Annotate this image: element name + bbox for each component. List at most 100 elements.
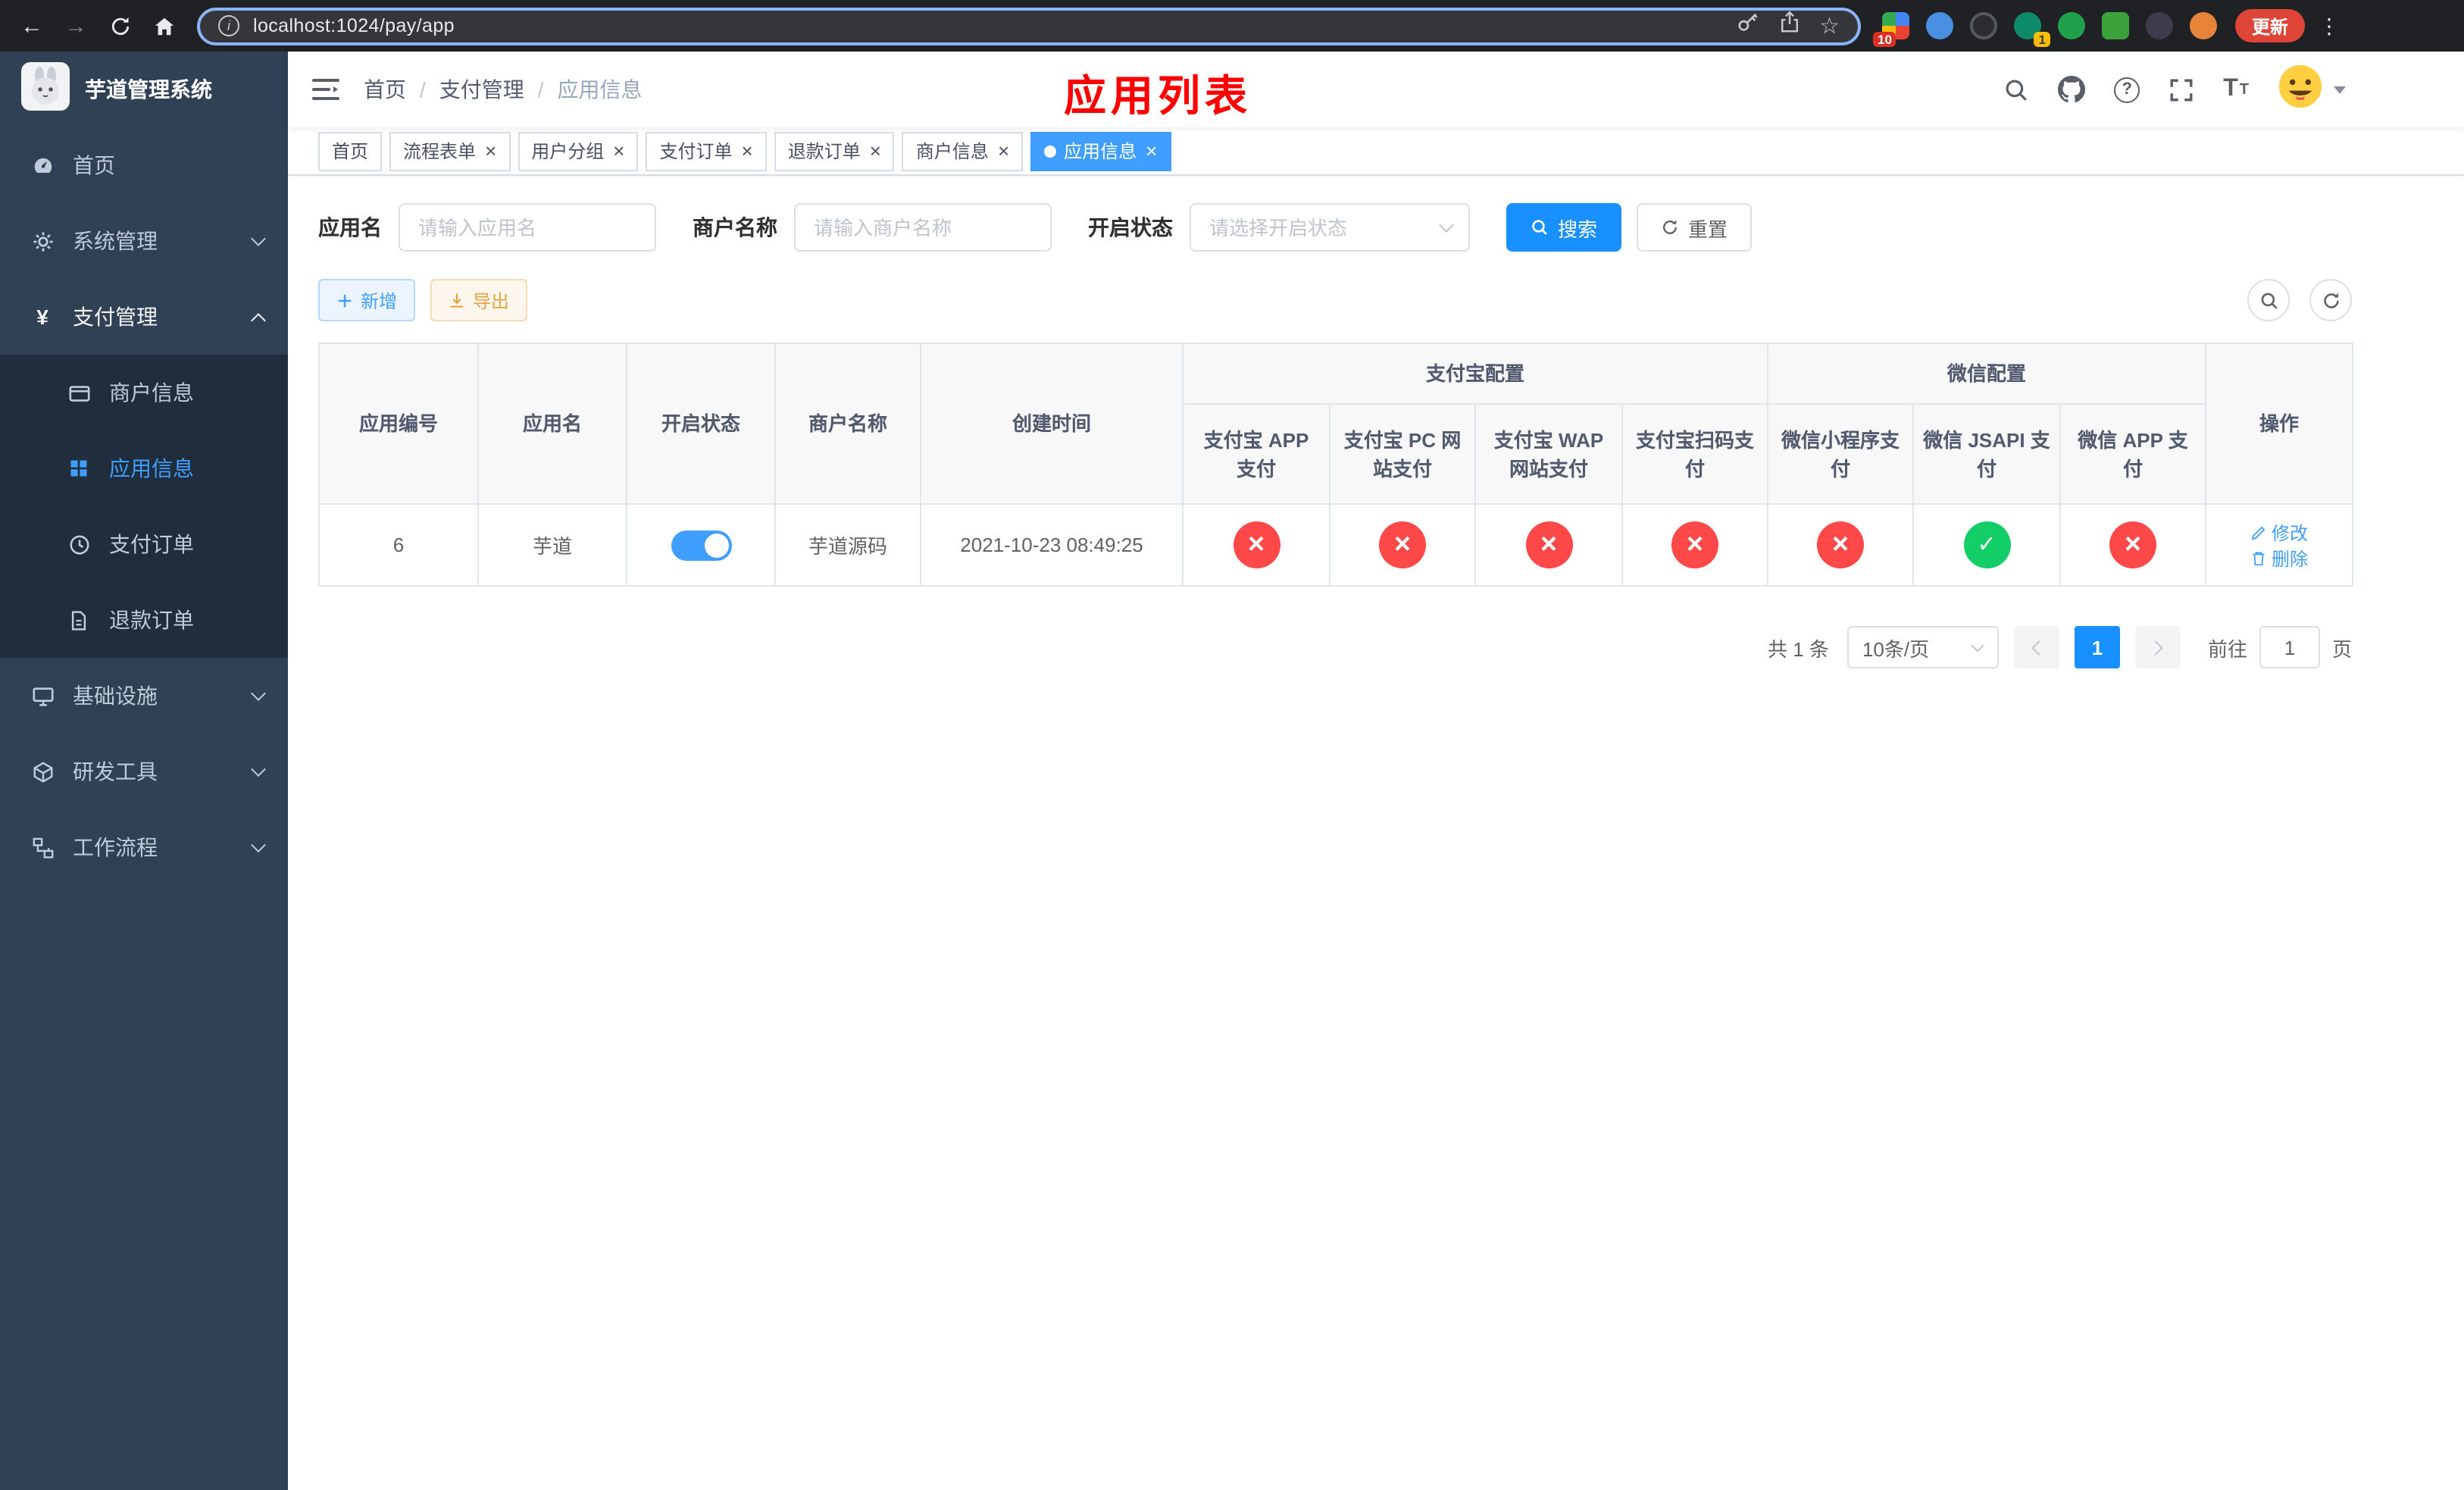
browser-menu-icon[interactable]	[2319, 13, 2340, 39]
chrome-update-button[interactable]: 更新	[2235, 9, 2306, 42]
breadcrumb-payment[interactable]: 支付管理	[439, 74, 524, 105]
extensions-icon[interactable]: 10	[1873, 12, 1909, 47]
tab-merchant-info[interactable]: 商户信息	[902, 131, 1024, 171]
extension-badge: 1	[2034, 31, 2050, 47]
goto-page-input[interactable]	[2259, 626, 2320, 668]
page-size-select[interactable]: 10条/页	[1846, 626, 1999, 668]
tab-label: 首页	[332, 141, 369, 162]
github-icon[interactable]	[2058, 76, 2086, 103]
back-icon[interactable]: ←	[12, 6, 52, 45]
close-icon[interactable]	[1146, 141, 1157, 161]
extension-icon[interactable]	[2190, 12, 2217, 39]
update-label: 更新	[2252, 16, 2289, 37]
sidebar-item-label: 退款订单	[109, 608, 194, 632]
app-logo[interactable]: 芋道管理系统	[0, 52, 288, 127]
extension-icon[interactable]	[2146, 12, 2173, 39]
refresh-button[interactable]	[2309, 279, 2352, 321]
tab-user-group[interactable]: 用户分组	[518, 131, 639, 171]
tab-label: 退款订单	[787, 141, 861, 162]
tab-flow-form[interactable]: 流程表单	[389, 131, 511, 171]
extensions-badge: 10	[1873, 31, 1896, 47]
site-info-icon[interactable]	[218, 15, 239, 36]
export-button[interactable]: 导出	[430, 279, 528, 321]
close-icon[interactable]	[613, 141, 624, 161]
flow-icon	[30, 836, 55, 859]
close-icon[interactable]	[485, 141, 496, 161]
sidebar-item-home[interactable]: 首页	[0, 127, 288, 203]
close-icon[interactable]	[742, 141, 753, 161]
cell-alipay-wap	[1474, 503, 1623, 587]
sidebar-item-payment[interactable]: ¥ 支付管理	[0, 279, 288, 355]
pagination: 共 1 条 10条/页 1 前往 页	[318, 626, 2352, 668]
search-button[interactable]: 搜索	[1506, 203, 1622, 252]
edit-button[interactable]: 修改	[2250, 519, 2308, 545]
font-size-icon[interactable]	[2223, 76, 2249, 103]
sidebar-item-label: 支付管理	[73, 305, 158, 329]
col-header-status: 开启状态	[626, 343, 776, 505]
sidebar-item-pay-orders[interactable]: 支付订单	[0, 506, 288, 582]
sidebar-item-app-info[interactable]: 应用信息	[0, 430, 288, 506]
reset-button[interactable]: 重置	[1637, 203, 1753, 252]
active-dot	[1044, 145, 1057, 157]
status-select-input[interactable]	[1190, 203, 1470, 252]
address-bar[interactable]: localhost:1024/pay/app	[197, 7, 1861, 45]
fullscreen-icon[interactable]	[2169, 77, 2194, 102]
bookmark-star-icon[interactable]	[1819, 11, 1840, 40]
col-group-wechat: 微信配置	[1767, 343, 2207, 405]
extension-icon[interactable]	[2102, 12, 2129, 39]
tab-app-info[interactable]: 应用信息	[1030, 131, 1171, 171]
sidebar-item-refund-orders[interactable]: 退款订单	[0, 582, 288, 658]
cell-operation: 修改 删除	[2205, 503, 2354, 587]
extension-icon[interactable]: 1	[2014, 12, 2050, 47]
config-status-icon	[1671, 521, 1718, 568]
col-header-operation: 操作	[2205, 343, 2354, 505]
close-icon[interactable]	[870, 141, 881, 161]
next-page-button[interactable]	[2134, 626, 2181, 668]
config-status-icon	[1233, 521, 1280, 568]
chevron-down-icon	[251, 762, 266, 777]
home-icon[interactable]	[144, 6, 183, 45]
merchant-name-label: 商户名称	[693, 215, 777, 239]
share-icon[interactable]	[1778, 11, 1800, 41]
password-key-icon[interactable]	[1736, 11, 1759, 41]
breadcrumb-separator	[420, 77, 426, 102]
close-icon[interactable]	[998, 141, 1009, 161]
url-text[interactable]: localhost:1024/pay/app	[253, 15, 455, 36]
clock-icon	[67, 533, 91, 556]
help-icon[interactable]	[2114, 77, 2140, 102]
app-name-input[interactable]	[399, 203, 656, 252]
extension-icon[interactable]	[2058, 12, 2085, 39]
search-icon[interactable]	[2003, 77, 2029, 102]
extension-icon[interactable]	[1926, 12, 1953, 39]
col-header-alipay-scan: 支付宝扫码支付	[1621, 403, 1769, 505]
toggle-search-button[interactable]	[2247, 279, 2290, 321]
top-navbar: 首页 支付管理 应用信息 应用列表	[288, 52, 2464, 127]
tab-refund-orders[interactable]: 退款订单	[774, 131, 895, 171]
reload-icon[interactable]	[100, 6, 139, 45]
breadcrumb-home[interactable]: 首页	[364, 74, 406, 105]
sidebar-item-dev-tools[interactable]: 研发工具	[0, 734, 288, 809]
extension-icon[interactable]	[1970, 12, 1997, 39]
page-number-button[interactable]: 1	[2074, 626, 2120, 668]
sidebar-item-infra[interactable]: 基础设施	[0, 658, 288, 734]
delete-button[interactable]: 删除	[2250, 545, 2308, 571]
forward-icon[interactable]: →	[56, 6, 95, 45]
tags-view: 首页 流程表单 用户分组 支付订单	[288, 127, 2464, 176]
sidebar-item-system[interactable]: 系统管理	[0, 203, 288, 279]
page-content: 应用名 商户名称 开启状态	[288, 176, 2464, 1490]
prev-page-button[interactable]	[2013, 626, 2059, 668]
user-menu[interactable]	[2278, 63, 2346, 116]
add-button[interactable]: 新增	[318, 279, 416, 321]
chevron-down-icon	[251, 837, 266, 853]
merchant-name-input[interactable]	[794, 203, 1052, 252]
sidebar-item-merchant-info[interactable]: 商户信息	[0, 355, 288, 430]
browser-toolbar: ← → localhost:1024/pay/app 10	[0, 0, 2464, 52]
search-button-label: 搜索	[1558, 218, 1598, 240]
status-select[interactable]	[1190, 203, 1470, 252]
tab-pay-orders[interactable]: 支付订单	[646, 131, 767, 171]
dashboard-icon	[30, 154, 55, 177]
status-toggle[interactable]	[671, 530, 731, 560]
sidebar-item-workflow[interactable]: 工作流程	[0, 809, 288, 885]
hamburger-icon[interactable]	[312, 77, 339, 102]
tab-home[interactable]: 首页	[318, 131, 383, 171]
